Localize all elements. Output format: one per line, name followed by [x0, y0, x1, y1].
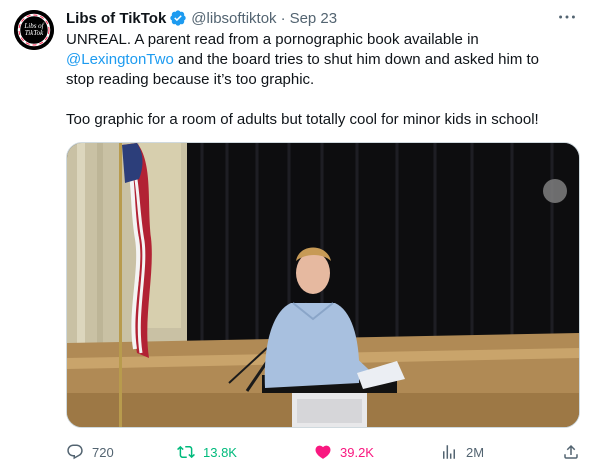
tweet-text-line-3: stop reading because it’s too graphic.	[66, 71, 315, 88]
video-player[interactable]	[66, 142, 580, 428]
tweet-text-line-2-rest: and the board tries to shut him down and…	[173, 51, 540, 68]
tweet-header: Libs of TikTok @libsoftiktok · Sep 23	[66, 8, 337, 28]
mention-link[interactable]: @LexingtonTwo	[66, 51, 174, 68]
more-options-icon[interactable]	[556, 6, 578, 28]
retweet-icon	[177, 445, 195, 459]
reply-count: 720	[92, 444, 114, 460]
tweet-text-paragraph-2: Too graphic for a room of adults but tot…	[66, 111, 539, 128]
video-frame	[67, 143, 579, 427]
heart-icon	[315, 445, 331, 459]
libs-of-tiktok-logo: Libs of TikTok	[14, 10, 54, 50]
tweet-date[interactable]: Sep 23	[290, 10, 338, 27]
share-button[interactable]	[562, 440, 580, 464]
display-name[interactable]: Libs of TikTok	[66, 10, 166, 27]
reply-icon	[67, 444, 83, 460]
retweet-button[interactable]: 13.8K	[177, 440, 237, 464]
share-icon	[564, 444, 578, 459]
avatar[interactable]: Libs of TikTok	[14, 10, 54, 50]
verified-badge-icon	[169, 9, 187, 27]
tweet-text-line-1: UNREAL. A parent read from a pornographi…	[66, 31, 479, 48]
views-button[interactable]: 2M	[440, 440, 484, 464]
user-handle[interactable]: @libsoftiktok	[191, 10, 276, 27]
reply-button[interactable]: 720	[66, 440, 114, 464]
analytics-icon	[443, 445, 455, 459]
like-count: 39.2K	[340, 444, 374, 460]
separator-dot: ·	[280, 9, 286, 27]
avatar-logo-text-2: TikTok	[25, 29, 44, 37]
tweet-actions: 720 13.8K 39.2K 2M	[66, 440, 580, 464]
like-button[interactable]: 39.2K	[314, 440, 374, 464]
tweet[interactable]: Libs of TikTok Libs of TikTok @libsoftik…	[0, 0, 592, 470]
retweet-count: 13.8K	[203, 444, 237, 460]
tweet-text-line-2: @LexingtonTwo and the board tries to shu…	[66, 50, 578, 70]
views-count: 2M	[466, 444, 485, 460]
tweet-text: UNREAL. A parent read from a pornographi…	[66, 30, 578, 130]
